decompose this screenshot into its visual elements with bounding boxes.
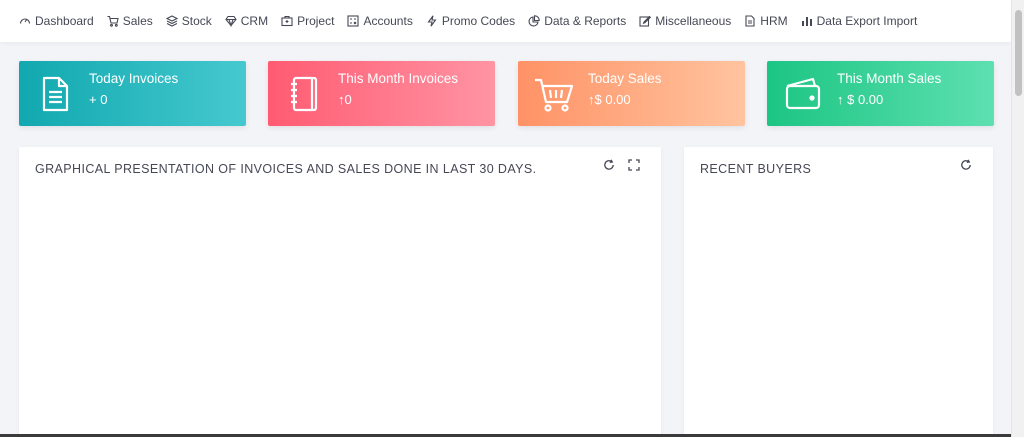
shopping-cart-icon — [107, 15, 119, 27]
stat-card-today-sales[interactable]: Today Sales ↑$ 0.00 — [518, 61, 745, 126]
nav-item-accounts[interactable]: Accounts — [347, 14, 413, 28]
wallet-icon — [785, 77, 821, 110]
layers-icon — [165, 15, 178, 27]
notebook-icon — [291, 76, 318, 112]
pie-icon — [528, 15, 540, 27]
nav-item-label: CRM — [240, 14, 269, 28]
refresh-icon[interactable] — [960, 159, 972, 171]
nav-item-label: Accounts — [363, 14, 413, 28]
cart-icon — [535, 78, 574, 112]
lightning-icon — [427, 15, 437, 27]
nav-item-data-reports[interactable]: Data & Reports — [528, 14, 626, 28]
card-title: Today Invoices — [89, 71, 179, 86]
card-title: This Month Sales — [837, 71, 942, 86]
nav-item-stock[interactable]: Stock — [165, 14, 212, 28]
stat-card-month-sales[interactable]: This Month Sales ↑ $ 0.00 — [767, 61, 994, 126]
panel-title: GRAPHICAL PRESENTATION OF INVOICES AND S… — [35, 162, 537, 176]
nav-item-label: Project — [297, 14, 335, 28]
nav-item-label: Data & Reports — [544, 14, 627, 28]
dashboard-gauge-icon — [19, 18, 31, 24]
card-value: + 0 — [89, 92, 108, 107]
nav-item-label: Miscellaneous — [655, 14, 732, 28]
nav-item-label: Stock — [181, 14, 212, 28]
nav-item-hrm[interactable]: HRM — [744, 14, 788, 28]
nav-item-promo-codes[interactable]: Promo Codes — [426, 14, 515, 28]
nav-item-miscellaneous[interactable]: Miscellaneous — [639, 14, 731, 28]
expand-icon[interactable] — [628, 159, 640, 171]
stat-card-month-invoices[interactable]: This Month Invoices ↑0 — [268, 61, 495, 126]
nav-item-crm[interactable]: CRM — [225, 14, 268, 28]
nav-item-label: Sales — [122, 14, 153, 28]
briefcase-icon — [281, 15, 293, 27]
card-title: This Month Invoices — [338, 71, 459, 86]
document-icon — [745, 15, 755, 27]
diamond-icon — [225, 15, 237, 27]
nav-item-label: Promo Codes — [441, 14, 516, 28]
card-value: ↑0 — [338, 92, 352, 107]
calculator-icon — [347, 15, 360, 27]
scrollbar-thumb[interactable] — [1015, 10, 1022, 96]
invoices-sales-chart-panel: GRAPHICAL PRESENTATION OF INVOICES AND S… — [19, 147, 661, 437]
card-title: Today Sales — [588, 71, 662, 86]
nav-item-data-export-import[interactable]: Data Export Import — [801, 14, 918, 28]
nav-item-dashboard[interactable]: Dashboard — [19, 14, 94, 28]
main-navigation: Dashboard Sales Stock CRM Project Accoun… — [0, 0, 1011, 43]
nav-item-project[interactable]: Project — [281, 14, 334, 28]
nav-item-label: HRM — [760, 14, 788, 28]
panel-title: RECENT BUYERS — [700, 162, 812, 176]
bar-chart-icon — [801, 17, 812, 26]
edit-icon — [639, 15, 652, 27]
nav-item-label: Dashboard — [35, 14, 94, 28]
stat-card-today-invoices[interactable]: Today Invoices + 0 — [19, 61, 246, 126]
card-value: ↑ $ 0.00 — [837, 92, 884, 107]
invoice-document-icon — [42, 76, 69, 112]
recent-buyers-panel: RECENT BUYERS — [684, 147, 993, 437]
refresh-icon[interactable] — [603, 159, 615, 171]
page-scrollbar[interactable] — [1011, 0, 1024, 437]
nav-item-label: Data Export Import — [816, 14, 918, 28]
nav-item-sales[interactable]: Sales — [107, 14, 153, 28]
card-value: ↑$ 0.00 — [588, 92, 631, 107]
